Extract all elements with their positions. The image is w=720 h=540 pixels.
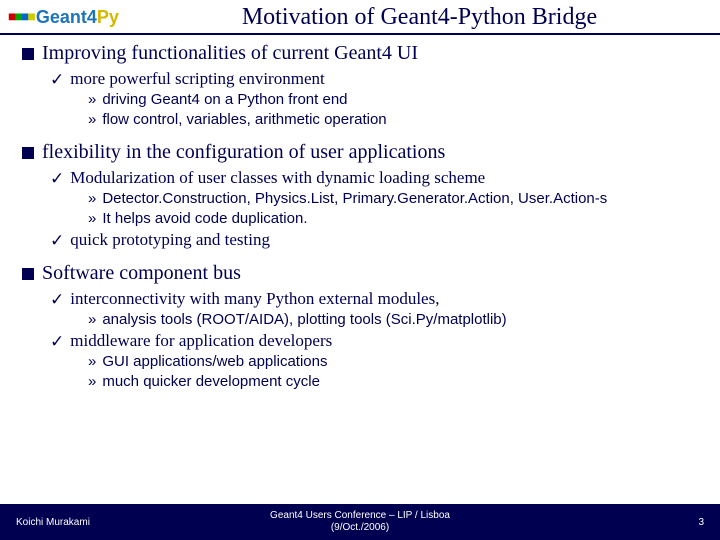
logo-text-py: Py	[97, 7, 119, 27]
slide-header: ■■■■ Geant4Py Motivation of Geant4-Pytho…	[0, 0, 720, 35]
slide-title: Motivation of Geant4-Python Bridge	[139, 4, 720, 31]
logo: ■■■■ Geant4Py	[8, 7, 119, 28]
section-heading: Software component bus	[42, 261, 241, 286]
footer-date: (9/Oct./2006)	[270, 522, 450, 534]
footer-conference: Geant4 Users Conference – LIP / Lisboa	[270, 510, 450, 522]
bullet-section: Software component bus ✓ interconnectivit…	[28, 261, 700, 392]
footer-center: Geant4 Users Conference – LIP / Lisboa (…	[270, 510, 450, 534]
chevron-icon: »	[88, 311, 96, 330]
chevron-icon: »	[88, 91, 96, 110]
chevron-icon: »	[88, 373, 96, 392]
section-heading: flexibility in the configuration of user…	[42, 140, 445, 165]
check-icon: ✓	[50, 289, 64, 310]
check-icon: ✓	[50, 230, 64, 251]
item-text: analysis tools (ROOT/AIDA), plotting too…	[102, 311, 506, 330]
chevron-icon: »	[88, 111, 96, 130]
logo-text: Geant4Py	[36, 7, 119, 28]
check-icon: ✓	[50, 168, 64, 189]
logo-squares-icon: ■■■■	[8, 10, 34, 26]
footer-page-number: 3	[698, 517, 704, 528]
item-text: GUI applications/web applications	[102, 353, 327, 372]
sub-text: interconnectivity with many Python exter…	[70, 288, 439, 309]
square-bullet-icon	[22, 48, 34, 60]
logo-text-geant4: Geant4	[36, 7, 97, 27]
square-bullet-icon	[22, 268, 34, 280]
check-icon: ✓	[50, 331, 64, 352]
chevron-icon: »	[88, 190, 96, 209]
sub-text: more powerful scripting environment	[70, 68, 324, 89]
slide-footer: Koichi Murakami Geant4 Users Conference …	[0, 504, 720, 540]
bullet-section: Improving functionalities of current Gea…	[28, 41, 700, 130]
section-heading: Improving functionalities of current Gea…	[42, 41, 418, 66]
footer-author: Koichi Murakami	[16, 517, 90, 528]
item-text: much quicker development cycle	[102, 373, 320, 392]
square-bullet-icon	[22, 147, 34, 159]
slide-content: Improving functionalities of current Gea…	[0, 35, 720, 392]
item-text: flow control, variables, arithmetic oper…	[102, 111, 386, 130]
sub-text: middleware for application developers	[70, 330, 332, 351]
chevron-icon: »	[88, 353, 96, 372]
item-text: Detector.Construction, Physics.List, Pri…	[102, 190, 607, 209]
check-icon: ✓	[50, 69, 64, 90]
item-text: It helps avoid code duplication.	[102, 210, 307, 229]
sub-text: Modularization of user classes with dyna…	[70, 167, 485, 188]
bullet-section: flexibility in the configuration of user…	[28, 140, 700, 251]
chevron-icon: »	[88, 210, 96, 229]
sub-text: quick prototyping and testing	[70, 229, 270, 250]
item-text: driving Geant4 on a Python front end	[102, 91, 347, 110]
